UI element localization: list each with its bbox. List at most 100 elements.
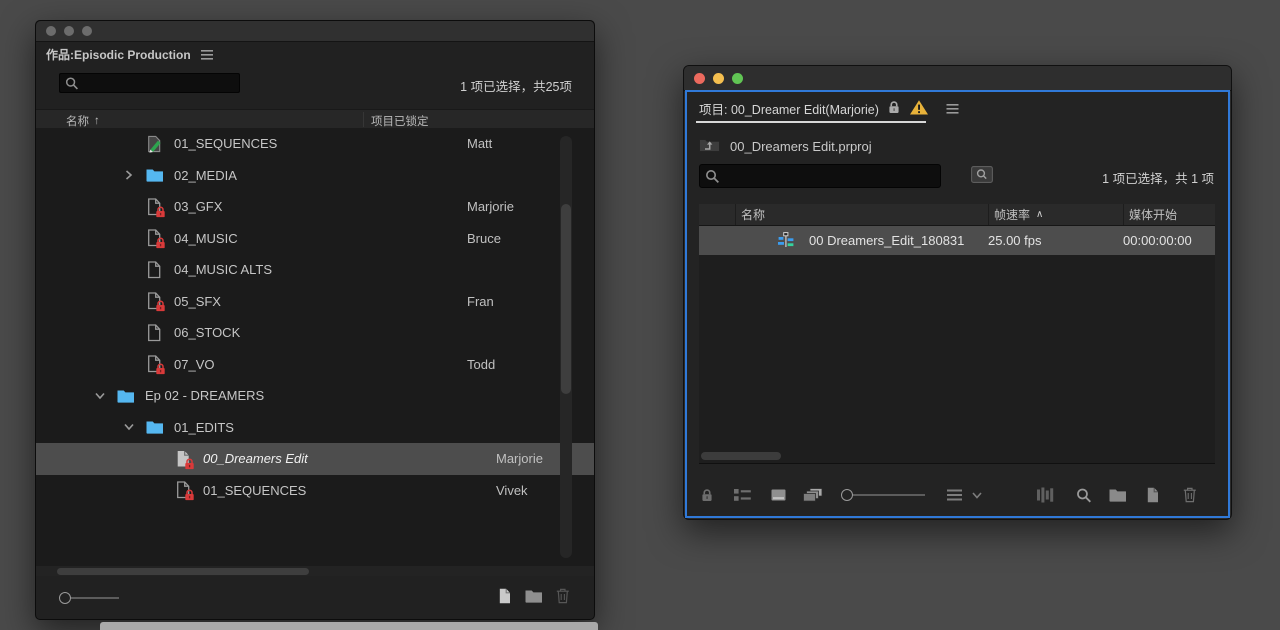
navigate-up-icon[interactable] <box>698 137 721 156</box>
table-row[interactable]: 06_STOCK <box>36 317 594 349</box>
table-row[interactable]: 01_SEQUENCES Vivek <box>36 475 594 507</box>
column-header-framerate[interactable]: 帧速率 ∧ <box>988 204 1123 225</box>
doc-lock-icon <box>146 292 166 313</box>
table-row[interactable]: 04_MUSIC ALTS <box>36 254 594 286</box>
table-header: 名称 帧速率 ∧ 媒体开始 <box>699 204 1215 226</box>
production-panel-tab[interactable]: 作品:Episodic Production <box>46 46 213 63</box>
production-item-list: 01_SEQUENCES Matt 02_MEDIA 03_GFX Marjor… <box>36 128 594 566</box>
close-button[interactable] <box>694 72 705 84</box>
table-row[interactable]: 05_SFX Fran <box>36 286 594 318</box>
zoom-slider[interactable] <box>59 592 119 604</box>
delete-icon[interactable] <box>556 588 570 609</box>
automate-to-sequence-icon[interactable] <box>1037 487 1054 503</box>
table-row[interactable]: 01_EDITS <box>36 412 594 444</box>
sort-icon[interactable] <box>947 489 963 502</box>
project-panel-toolbar <box>687 484 1228 506</box>
zoom-slider-knob[interactable] <box>59 592 71 604</box>
column-header-locked[interactable]: 项目已锁定 <box>371 113 429 129</box>
table-row[interactable]: 02_MEDIA <box>36 160 594 192</box>
scrollbar-thumb[interactable] <box>561 204 571 394</box>
table-row[interactable]: 01_SEQUENCES Matt <box>36 128 594 160</box>
doc-lock-icon <box>146 229 166 250</box>
search-field[interactable] <box>699 164 941 188</box>
zoom-slider-knob[interactable] <box>841 489 853 501</box>
table-row-selected[interactable]: 00 Dreamers_Edit_180831 25.00 fps 00:00:… <box>699 226 1215 255</box>
list-view-icon[interactable] <box>734 488 751 502</box>
table-row[interactable]: 04_MUSIC Bruce <box>36 223 594 255</box>
item-name: 03_GFX <box>174 199 223 215</box>
project-panel: 项目: 00_Dreamer Edit(Marjorie) 00_Dreamer… <box>685 90 1230 518</box>
horizontal-scrollbar[interactable] <box>36 566 594 576</box>
project-panel-tab[interactable]: 项目: 00_Dreamer Edit(Marjorie) <box>699 99 959 118</box>
horizontal-scrollbar[interactable] <box>699 452 1215 461</box>
column-header-name[interactable]: 名称 <box>735 204 988 225</box>
find-icon[interactable] <box>971 166 993 183</box>
icon-view-icon[interactable] <box>771 489 786 502</box>
column-header-label[interactable] <box>699 204 735 225</box>
locked-by: Matt <box>467 136 493 152</box>
zoom-slider-track <box>853 494 925 496</box>
zoom-window-button[interactable] <box>82 26 92 36</box>
panel-menu-icon[interactable] <box>200 49 213 60</box>
item-name: 00 Dreamers_Edit_180831 <box>809 233 965 248</box>
active-tab-underline <box>696 121 926 123</box>
search-field[interactable] <box>59 73 240 93</box>
vertical-scrollbar[interactable] <box>560 136 572 558</box>
sort-ascending-icon: ↑ <box>94 114 100 127</box>
column-divider <box>363 112 364 127</box>
right-window-titlebar[interactable] <box>684 66 1231 91</box>
item-name: 04_MUSIC <box>174 230 238 246</box>
locked-by: Todd <box>467 356 496 372</box>
minimize-button[interactable] <box>713 72 724 84</box>
zoom-slider[interactable] <box>841 489 925 501</box>
column-header-mediastart[interactable]: 媒体开始 <box>1123 204 1215 225</box>
table-row[interactable]: 07_VO Todd <box>36 349 594 381</box>
doc-lock-icon <box>146 198 166 218</box>
frame-rate-value: 25.00 fps <box>988 233 1042 248</box>
new-item-icon[interactable] <box>1146 487 1159 503</box>
chevron-down-icon[interactable] <box>124 422 146 432</box>
folder-icon <box>146 420 172 434</box>
project-item-table: 名称 帧速率 ∧ 媒体开始 00 Dreamers_Edit_180831 25… <box>699 204 1215 464</box>
doc-icon <box>146 261 172 279</box>
scrollbar-thumb[interactable] <box>701 452 781 460</box>
search-input[interactable] <box>82 74 233 92</box>
warning-icon[interactable] <box>909 99 929 118</box>
item-name: 01_EDITS <box>174 419 234 435</box>
item-name: 00_Dreamers Edit <box>203 451 308 467</box>
left-footer-toolbar <box>59 587 570 609</box>
zoom-window-button[interactable] <box>732 72 743 84</box>
chevron-down-icon[interactable] <box>972 491 982 500</box>
table-row[interactable]: Ep 02 - DREAMERS <box>36 380 594 412</box>
item-name: 04_MUSIC ALTS <box>174 262 273 278</box>
panel-title: 作品:Episodic Production <box>46 48 191 62</box>
new-bin-icon[interactable] <box>1109 488 1126 502</box>
left-window-titlebar[interactable] <box>36 21 594 42</box>
scrollbar-thumb[interactable] <box>57 567 309 575</box>
new-item-icon[interactable] <box>498 587 511 609</box>
item-name: Ep 02 - DREAMERS <box>145 388 265 404</box>
column-header-name[interactable]: 名称 ↑ <box>66 113 100 129</box>
zoom-slider-track <box>71 597 119 599</box>
project-locked-icon <box>701 488 713 502</box>
doc-icon <box>146 324 172 342</box>
find-icon[interactable] <box>1076 488 1091 503</box>
production-panel-window: 作品:Episodic Production 1 项已选择，共25项 名称 ↑ … <box>35 20 595 620</box>
item-name: 05_SFX <box>174 293 221 309</box>
chevron-right-icon[interactable] <box>124 170 146 181</box>
background-window-edge <box>100 622 598 630</box>
search-input[interactable] <box>722 165 934 187</box>
delete-icon[interactable] <box>1183 487 1197 503</box>
table-row-selected[interactable]: 00_Dreamers Edit Marjorie <box>36 443 594 475</box>
panel-menu-icon[interactable] <box>946 103 959 114</box>
chevron-down-icon[interactable] <box>95 391 117 401</box>
freeform-view-icon[interactable] <box>803 488 823 502</box>
search-icon <box>705 169 719 183</box>
new-bin-icon[interactable] <box>525 589 543 608</box>
close-button[interactable] <box>46 26 56 36</box>
folder-icon <box>146 168 172 182</box>
item-name: 07_VO <box>174 356 215 372</box>
table-row[interactable]: 03_GFX Marjorie <box>36 191 594 223</box>
breadcrumb[interactable]: 00_Dreamers Edit.prproj <box>698 137 872 156</box>
minimize-button[interactable] <box>64 26 74 36</box>
